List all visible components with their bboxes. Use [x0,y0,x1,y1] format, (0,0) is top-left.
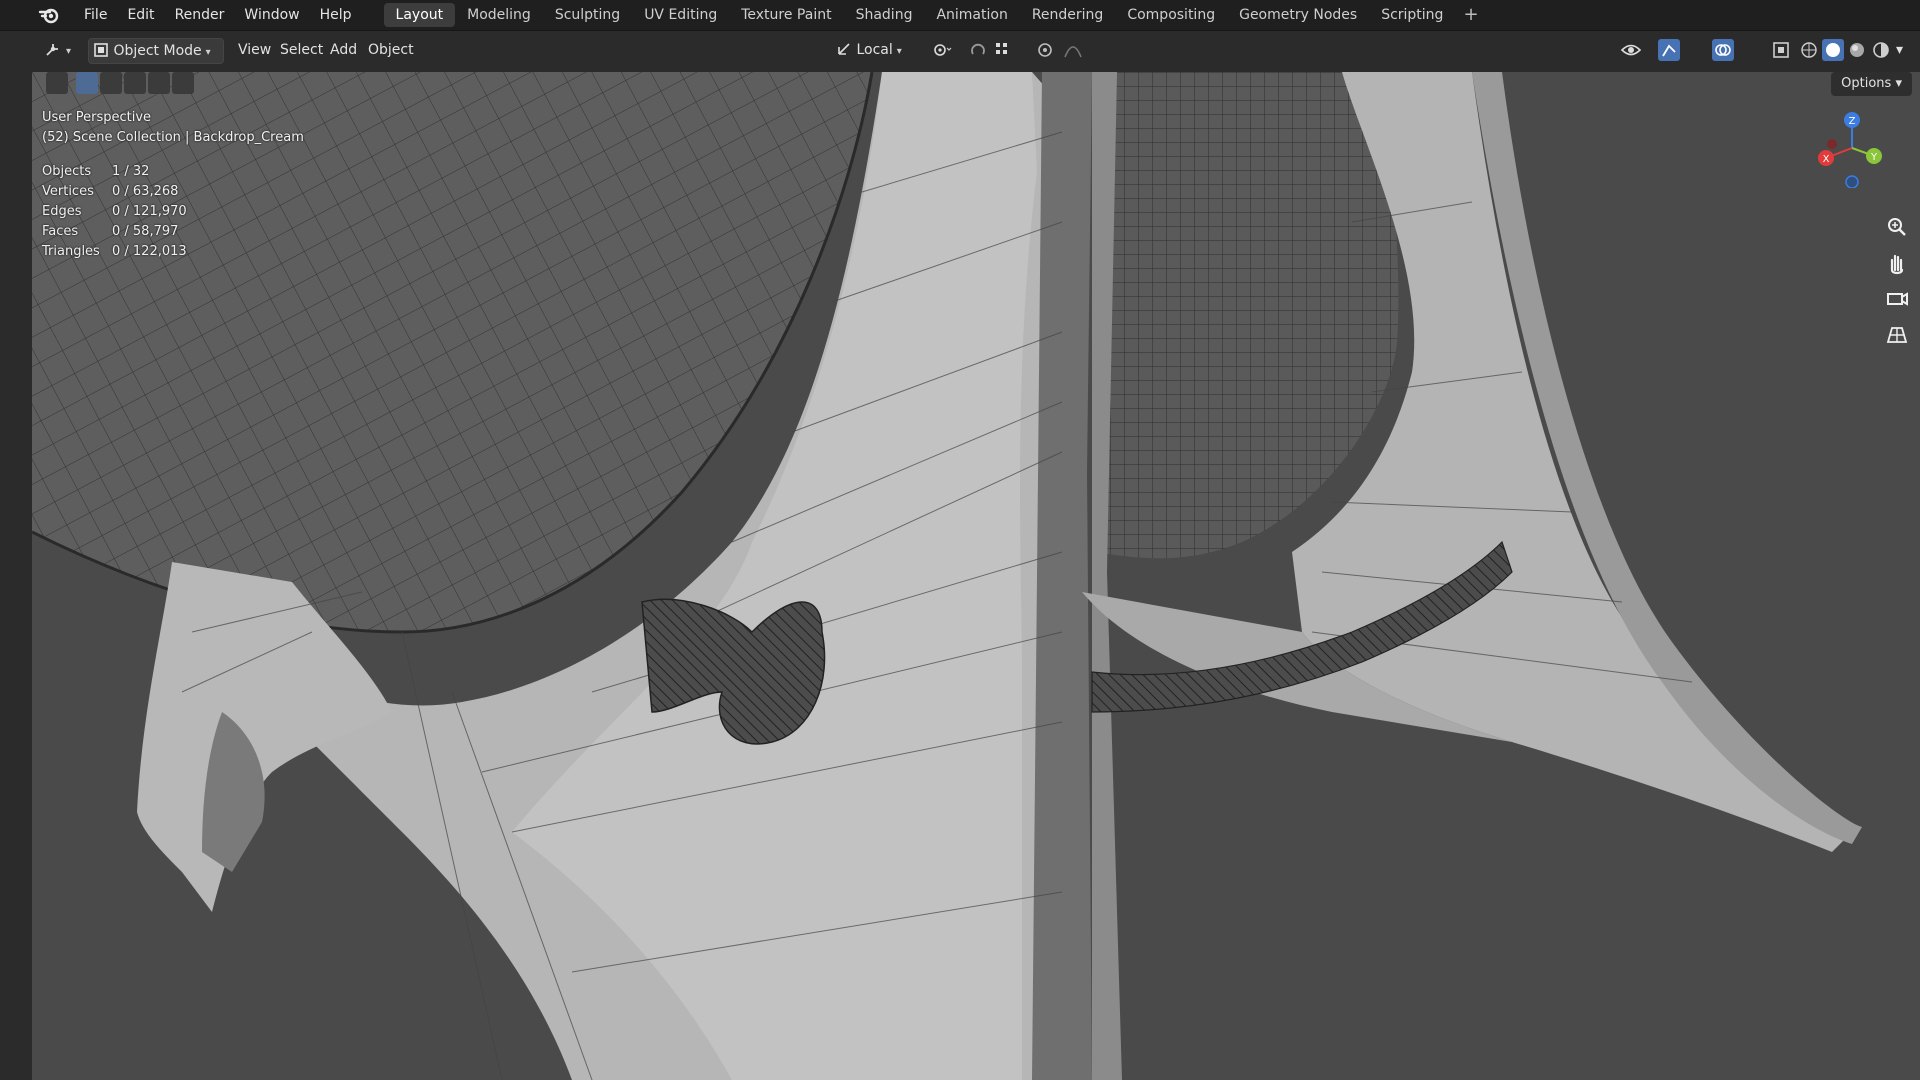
tab-scripting[interactable]: Scripting [1369,3,1455,27]
menu-add[interactable]: Add [324,38,363,62]
snap-target-icon[interactable] [992,39,1014,61]
solid-shading-icon[interactable] [1822,39,1844,61]
tab-modeling[interactable]: Modeling [455,3,543,27]
stat-label: Objects [42,164,92,179]
chevron-down-icon: ▾ [1895,76,1902,91]
tab-layout[interactable]: Layout [383,3,456,27]
stat-row: Faces 0 / 58,797 [42,224,187,244]
stat-value: 0 / 121,970 [112,204,187,219]
stat-label: Triangles [42,244,100,259]
transform-orientation-label: Local [856,42,893,58]
chevron-down-icon: ▾ [896,46,902,57]
object-mode-icon [94,43,108,57]
tab-compositing[interactable]: Compositing [1115,3,1227,27]
menu-object[interactable]: Object [362,38,420,62]
scene-statistics: Objects 1 / 32 Vertices 0 / 63,268 Edges 0 … [42,164,187,264]
camera-icon[interactable] [1882,284,1912,314]
menu-view[interactable]: View [232,38,277,62]
select-mode-toolbar [46,72,194,94]
wireframe-shading-icon[interactable] [1798,39,1820,61]
xray-icon[interactable] [1770,39,1792,61]
chevron-down-icon: ▾ [66,46,72,57]
tab-geometry-nodes[interactable]: Geometry Nodes [1227,3,1369,27]
x-axis-label: X [1823,154,1830,165]
menu-edit[interactable]: Edit [117,0,164,30]
stat-value: 0 / 63,268 [112,184,179,199]
pan-icon[interactable] [1882,248,1912,278]
stat-label: Edges [42,204,82,219]
chevron-down-icon[interactable]: ▾ [1896,38,1903,62]
workspace-tabs: Layout Modeling Sculpting UV Editing Tex… [383,0,1487,30]
object-mode-dropdown[interactable]: Object Mode ▾ [88,38,224,64]
stat-value: 0 / 122,013 [112,244,187,259]
menu-window[interactable]: Window [234,0,309,30]
tab-rendering[interactable]: Rendering [1020,3,1116,27]
editor-type-icon [46,44,58,56]
menu-help[interactable]: Help [310,0,362,30]
stat-label: Faces [42,224,79,239]
viewport-title: User Perspective [42,110,152,125]
viewport-collection: (52) Scene Collection | Backdrop_Cream [42,130,304,145]
viewport-header: ▾ Object Mode ▾ View Select Add Object Lo… [32,31,1920,72]
menu-select[interactable]: Select [274,38,329,62]
neg-x-axis-handle[interactable] [1827,139,1837,149]
stat-value: 0 / 58,797 [112,224,179,239]
visibility-icon[interactable] [1620,39,1642,61]
stat-row: Vertices 0 / 63,268 [42,184,187,204]
overlay-icon[interactable] [1712,39,1734,61]
gizmo-icon[interactable] [1658,39,1680,61]
tab-animation[interactable]: Animation [924,3,1019,27]
z-axis-label: Z [1849,116,1856,127]
select-extend-button[interactable] [100,72,122,94]
object-mode-label: Object Mode [113,43,202,59]
neg-z-axis-handle[interactable] [1845,175,1859,188]
stat-row: Triangles 0 / 122,013 [42,244,187,264]
stat-row: Edges 0 / 121,970 [42,204,187,224]
stat-value: 1 / 32 [112,164,150,179]
proportional-icon[interactable] [1034,39,1056,61]
options-label: Options [1841,76,1892,91]
transform-orientation-dropdown[interactable]: Local ▾ [832,38,924,62]
grid-icon[interactable] [1882,320,1912,350]
select-intersect-button[interactable] [172,72,194,94]
editor-type-button[interactable]: ▾ [44,38,78,62]
top-menu-bar: File Edit Render Window Help Layout Mode… [0,0,1920,31]
y-axis-label: Y [1870,152,1878,163]
transform-orientation-icon [838,43,850,55]
tab-uv-editing[interactable]: UV Editing [632,3,729,27]
rendered-shading-icon[interactable] [1870,39,1892,61]
left-edge-strip [0,31,32,1080]
proportional-falloff-icon[interactable] [1062,39,1084,61]
pivot-icon[interactable] [930,39,952,61]
stat-row: Objects 1 / 32 [42,164,187,184]
select-new-button[interactable] [76,72,98,94]
zoom-icon[interactable] [1882,212,1912,242]
tab-sculpting[interactable]: Sculpting [543,3,632,27]
menu-render[interactable]: Render [165,0,235,30]
select-tool-button[interactable] [46,72,68,94]
select-invert-button[interactable] [148,72,170,94]
stat-label: Vertices [42,184,94,199]
select-subtract-button[interactable] [124,72,146,94]
snap-icon[interactable] [968,39,990,61]
material-shading-icon[interactable] [1846,39,1868,61]
scene-render [32,72,1862,1080]
navigation-gizmo[interactable]: Z X Y [1812,108,1892,188]
options-dropdown[interactable]: Options ▾ [1831,72,1912,96]
3d-viewport[interactable]: User Perspective (52) Scene Collection |… [32,72,1920,1080]
tab-texture-paint[interactable]: Texture Paint [729,3,843,27]
menu-file[interactable]: File [74,0,117,30]
add-workspace-button[interactable]: + [1455,3,1486,27]
blender-logo-icon[interactable] [36,4,62,26]
chevron-down-icon: ▾ [205,47,211,58]
tab-shading[interactable]: Shading [844,3,925,27]
